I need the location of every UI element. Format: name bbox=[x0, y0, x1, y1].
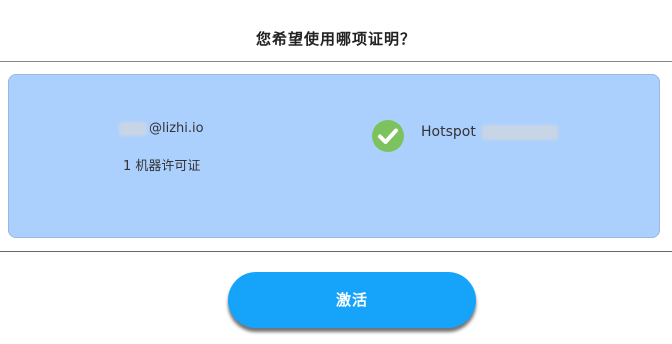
account-email-domain: @lizhi.io bbox=[149, 121, 204, 136]
redacted-email-user bbox=[119, 121, 147, 136]
host-label: Hotspot bbox=[421, 124, 476, 140]
host-name: Hotspot bbox=[421, 124, 558, 140]
account-email: @lizhi.io bbox=[119, 121, 204, 136]
dialog-header: 您希望使用哪项证明？ bbox=[0, 0, 672, 62]
redacted-host-id bbox=[481, 124, 558, 140]
license-count: 1 机器许可证 bbox=[123, 159, 201, 174]
certificate-list: @lizhi.io 1 机器许可证 Hotspot bbox=[0, 62, 672, 252]
check-circle-icon bbox=[372, 120, 404, 152]
activate-button[interactable]: 激活 bbox=[228, 272, 476, 328]
dialog-title: 您希望使用哪项证明？ bbox=[255, 30, 416, 48]
license-card[interactable]: @lizhi.io 1 机器许可证 Hotspot bbox=[8, 74, 660, 238]
